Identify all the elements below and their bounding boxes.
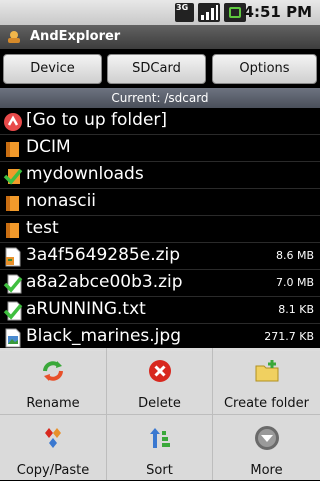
file-size: 7.0 MB <box>275 276 314 289</box>
file-row[interactable]: mydownloads <box>0 162 320 189</box>
file-row[interactable]: Black_marines.jpg 271.7 KB <box>0 324 320 351</box>
location-toolbar: Device SDCard Options <box>0 49 320 88</box>
rename-label: Rename <box>26 396 80 411</box>
network-3g-icon: 3G <box>175 3 194 22</box>
copy-paste-label: Copy/Paste <box>16 463 90 478</box>
file-name: mydownloads <box>26 164 144 184</box>
file-row[interactable]: aRUNNING.txt 8.1 KB <box>0 297 320 324</box>
file-row[interactable]: a8a2abce00b3.zip 7.0 MB <box>0 270 320 297</box>
title-bar: AndExplorer <box>0 25 320 49</box>
file-row[interactable]: test <box>0 216 320 243</box>
file-list: [Go to up folder] DCIM mydownloads nonas… <box>0 108 320 351</box>
delete-label: Delete <box>138 396 181 411</box>
delete-icon <box>148 360 171 382</box>
folder-icon <box>6 223 19 238</box>
folder-icon <box>6 196 19 211</box>
file-row[interactable]: DCIM <box>0 135 320 162</box>
options-button[interactable]: Options <box>212 54 317 84</box>
create-folder-label: Create folder <box>223 396 310 411</box>
device-button[interactable]: Device <box>3 54 102 84</box>
create-folder-icon <box>255 360 278 382</box>
sdcard-button[interactable]: SDCard <box>107 54 206 84</box>
image-file-icon <box>5 328 21 348</box>
sort-icon <box>149 428 170 448</box>
more-menu-item[interactable]: More <box>213 415 320 481</box>
file-name: nonascii <box>26 191 97 211</box>
file-name: test <box>26 218 59 238</box>
status-bar: 3G 4:51 PM <box>0 0 320 25</box>
file-name: 3a4f5649285e.zip <box>26 245 181 265</box>
checked-zip-file-icon <box>3 274 23 294</box>
file-size: 271.7 KB <box>264 330 314 343</box>
checked-folder-icon <box>3 168 23 185</box>
sort-menu-item[interactable]: Sort <box>107 415 212 481</box>
network-type: 3G <box>176 3 189 12</box>
copy-paste-menu-item[interactable]: Copy/Paste <box>0 415 106 481</box>
signal-icon <box>198 3 220 22</box>
rename-menu-item[interactable]: Rename <box>0 348 106 414</box>
file-row[interactable]: 3a4f5649285e.zip 8.6 MB <box>0 243 320 270</box>
checked-text-file-icon <box>3 301 23 321</box>
more-label: More <box>250 463 283 478</box>
up-folder-icon <box>4 113 22 131</box>
file-name: [Go to up folder] <box>26 110 168 130</box>
options-menu: Rename Delete Create folder Copy/Paste S… <box>0 348 320 480</box>
file-size: 8.1 KB <box>278 303 314 316</box>
app-icon <box>8 31 20 43</box>
current-path: Current: /sdcard <box>0 88 320 108</box>
clock: 4:51 PM <box>243 3 312 21</box>
folder-icon <box>6 142 19 157</box>
file-row[interactable]: [Go to up folder] <box>0 108 320 135</box>
file-name: Black_marines.jpg <box>26 326 181 346</box>
app-title: AndExplorer <box>30 29 121 44</box>
copy-paste-icon <box>45 428 61 448</box>
zip-file-icon <box>5 247 21 267</box>
more-icon <box>254 426 279 450</box>
rename-icon <box>43 361 63 381</box>
file-row[interactable]: nonascii <box>0 189 320 216</box>
create-folder-menu-item[interactable]: Create folder <box>213 348 320 414</box>
sort-label: Sort <box>146 463 173 478</box>
file-name: a8a2abce00b3.zip <box>26 272 183 292</box>
file-name: DCIM <box>26 137 71 157</box>
file-name: aRUNNING.txt <box>26 299 146 319</box>
file-size: 8.6 MB <box>275 249 314 262</box>
delete-menu-item[interactable]: Delete <box>107 348 212 414</box>
